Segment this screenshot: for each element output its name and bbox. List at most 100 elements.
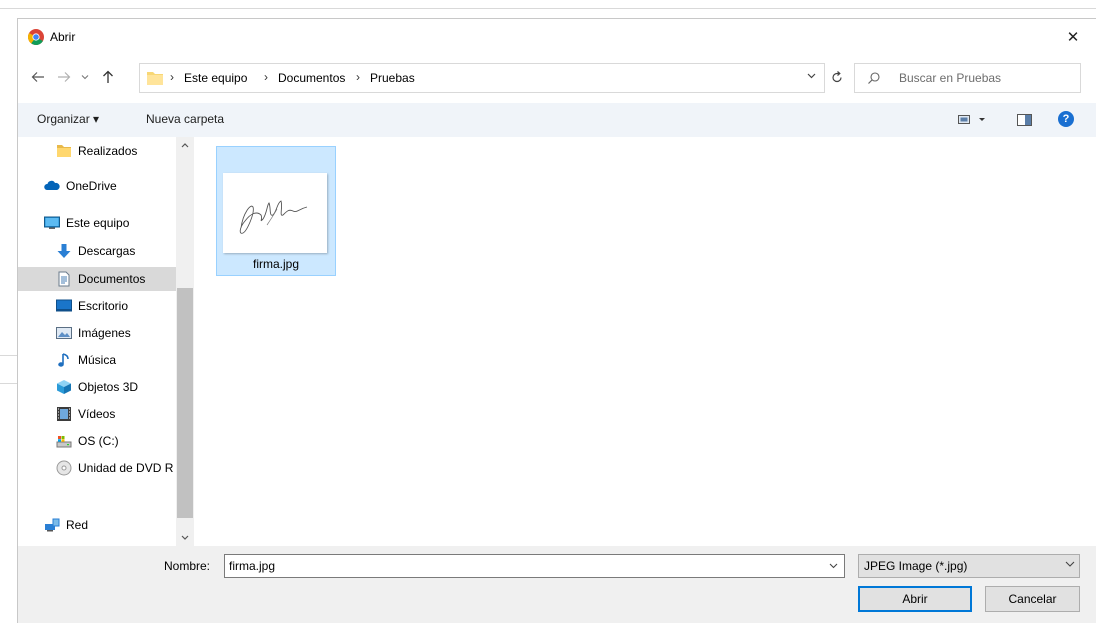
breadcrumb-documentos[interactable]: Documentos [278, 71, 345, 85]
folder-icon [56, 143, 72, 159]
close-icon: ✕ [1066, 29, 1080, 46]
sidebar-item-label: Descargas [78, 244, 136, 258]
recent-locations-button[interactable] [76, 61, 94, 93]
breadcrumb-pruebas[interactable]: Pruebas [370, 71, 415, 85]
cancel-button[interactable]: Cancelar [985, 586, 1080, 612]
sidebar-item-label: Objetos 3D [78, 380, 139, 394]
view-icon [958, 115, 985, 124]
scroll-thumb[interactable] [177, 288, 193, 518]
sidebar-item-realizados[interactable]: Realizados [18, 139, 176, 163]
sidebar-item-label: Vídeos [78, 407, 116, 421]
preview-pane-icon [1017, 114, 1032, 126]
sidebar-item-label: Música [78, 353, 117, 367]
help-button[interactable]: ? [1058, 111, 1074, 127]
chevron-down-icon [181, 535, 189, 540]
chevron-right-icon: › [264, 70, 268, 84]
address-row: › Este equipo › Documentos › Pruebas Bus… [18, 61, 1096, 93]
sidebar-item-label: Red [66, 518, 89, 532]
footer-panel: Nombre: firma.jpg JPEG Image (*.jpg) Abr… [18, 546, 1096, 623]
scroll-down-button[interactable] [176, 529, 194, 546]
chevron-down-icon [81, 75, 89, 80]
file-name-label: firma.jpg [252, 257, 299, 271]
drive-icon [56, 433, 72, 449]
file-name-input[interactable]: firma.jpg [224, 554, 845, 578]
search-icon [867, 71, 881, 88]
up-arrow-icon [103, 70, 113, 83]
chevron-up-icon [181, 143, 189, 148]
organize-menu-button[interactable]: Organizar ▾ [37, 112, 99, 126]
file-type-select[interactable]: JPEG Image (*.jpg) [858, 554, 1080, 578]
sidebar-item-label: Documentos [78, 272, 146, 286]
sidebar-item-label: Unidad de DVD R [78, 461, 174, 475]
file-list: firma.jpg [196, 137, 1096, 546]
address-bar[interactable]: › Este equipo › Documentos › Pruebas [139, 63, 825, 93]
sidebar-item-os-c[interactable]: OS (C:) [18, 429, 176, 453]
view-options-button[interactable] [958, 114, 988, 129]
file-item[interactable]: firma.jpg [216, 146, 336, 276]
open-button[interactable]: Abrir [858, 586, 972, 612]
address-history-button[interactable] [798, 63, 824, 89]
sidebar-item-objetos-3d[interactable]: Objetos 3D [18, 375, 176, 399]
file-name-value: firma.jpg [229, 559, 276, 573]
chevron-right-icon: › [170, 70, 174, 84]
back-arrow-icon [31, 72, 44, 82]
pictures-icon [56, 325, 72, 341]
new-folder-button[interactable]: Nueva carpeta [146, 112, 224, 126]
folder-icon [146, 69, 164, 90]
search-placeholder: Buscar en Pruebas [899, 71, 1002, 85]
3d-objects-icon [56, 379, 72, 395]
sidebar-item-imagenes[interactable]: Imágenes [18, 321, 176, 345]
navigation-scrollbar[interactable] [176, 137, 194, 546]
sidebar-item-label: Escritorio [78, 299, 129, 313]
title-bar: Abrir ✕ [18, 19, 1096, 55]
background-divider [0, 8, 1096, 9]
breadcrumb-este-equipo[interactable]: Este equipo [184, 71, 247, 85]
cloud-icon [44, 178, 60, 194]
background-divider [0, 383, 17, 384]
sidebar-item-descargas[interactable]: Descargas [18, 239, 176, 263]
close-button[interactable]: ✕ [1050, 19, 1096, 55]
signature-thumbnail [223, 173, 327, 253]
forward-button[interactable] [52, 61, 76, 93]
open-file-dialog: Abrir ✕ › Este equipo › Documentos › Pru… [17, 18, 1096, 623]
chevron-right-icon: › [356, 70, 360, 84]
file-name-history-button[interactable] [824, 557, 842, 575]
refresh-icon [832, 70, 842, 82]
network-icon [44, 517, 60, 533]
desktop-icon [56, 298, 72, 314]
videos-icon [56, 406, 72, 422]
file-type-value: JPEG Image (*.jpg) [864, 559, 968, 573]
computer-icon [44, 215, 60, 231]
scroll-up-button[interactable] [176, 137, 194, 154]
sidebar-item-escritorio[interactable]: Escritorio [18, 294, 176, 318]
chevron-down-icon [829, 563, 837, 569]
up-button[interactable] [96, 61, 120, 93]
sidebar-item-label: Este equipo [66, 216, 130, 230]
forward-arrow-icon [58, 72, 71, 82]
preview-pane-button[interactable] [1017, 114, 1032, 129]
sidebar-item-label: Realizados [78, 144, 138, 158]
sidebar-item-onedrive[interactable]: OneDrive [18, 174, 176, 198]
sidebar-item-musica[interactable]: Música [18, 348, 176, 372]
sidebar-item-documentos[interactable]: Documentos [18, 267, 176, 291]
sidebar-item-dvd[interactable]: Unidad de DVD R [18, 456, 176, 480]
sidebar-item-label: OneDrive [66, 179, 117, 193]
help-icon: ? [1058, 111, 1074, 127]
background-divider [0, 355, 17, 356]
chrome-icon [28, 29, 44, 45]
dialog-title: Abrir [50, 30, 76, 44]
music-icon [56, 352, 72, 368]
sidebar-item-label: Imágenes [78, 326, 131, 340]
sidebar-item-este-equipo[interactable]: Este equipo [18, 211, 176, 235]
sidebar-item-red[interactable]: Red [18, 513, 176, 537]
chevron-down-icon [807, 73, 815, 79]
file-name-label: Nombre: [164, 559, 211, 573]
chevron-down-icon [1065, 558, 1075, 572]
download-icon [56, 243, 72, 259]
sidebar-item-videos[interactable]: Vídeos [18, 402, 176, 426]
sidebar-item-label: OS (C:) [78, 434, 119, 448]
search-input[interactable]: Buscar en Pruebas [854, 63, 1081, 93]
refresh-button[interactable] [822, 63, 852, 91]
back-button[interactable] [26, 61, 50, 93]
command-toolbar: Organizar ▾ Nueva carpeta ? [18, 103, 1096, 137]
